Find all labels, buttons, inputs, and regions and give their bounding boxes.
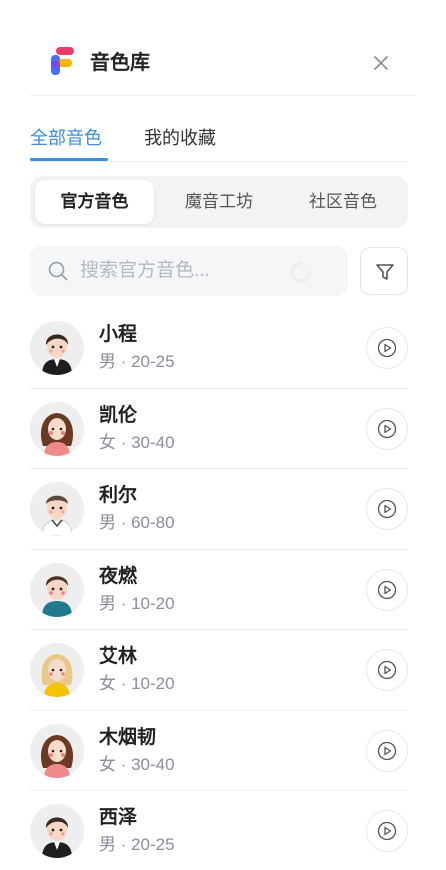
segment-community-voices[interactable]: 社区音色: [282, 180, 404, 224]
close-icon[interactable]: [368, 50, 394, 76]
play-button[interactable]: [366, 327, 408, 369]
voice-meta: 女 · 30-40: [99, 754, 175, 774]
voice-name: 凯伦: [99, 404, 138, 426]
tab-my-favorites[interactable]: 我的收藏: [144, 126, 216, 150]
play-icon: [377, 338, 397, 358]
avatar: [30, 562, 84, 617]
avatar: [30, 723, 84, 778]
avatar: [30, 643, 84, 697]
voice-name: 木烟韧: [99, 726, 157, 748]
play-icon: [377, 499, 397, 519]
avatar: [30, 804, 84, 858]
voice-list-item[interactable]: 小程 男 · 20-25: [30, 308, 408, 389]
voice-meta: 男 · 10-20: [99, 593, 175, 613]
tabs-divider: [30, 161, 408, 162]
segment-magic-workshop[interactable]: 魔音工坊: [158, 180, 280, 224]
source-segmented-control: 官方音色 魔音工坊 社区音色: [30, 176, 408, 228]
play-icon: [377, 580, 397, 599]
play-icon: [377, 821, 397, 841]
voice-meta: 女 · 10-20: [99, 674, 175, 693]
avatar: [30, 401, 84, 456]
voice-list-item[interactable]: 凯伦 女 · 30-40: [30, 389, 408, 469]
search-input[interactable]: [80, 256, 280, 286]
voice-meta: 女 · 30-40: [99, 432, 175, 452]
voice-meta: 男 · 60-80: [99, 513, 175, 532]
voice-name: 利尔: [99, 485, 138, 506]
voice-name: 小程: [99, 324, 138, 345]
play-icon: [377, 660, 397, 680]
voice-list-item[interactable]: 夜燃 男 · 10-20: [30, 550, 408, 630]
tab-all-voices[interactable]: 全部音色: [30, 126, 102, 150]
voice-meta: 男 · 20-25: [99, 352, 175, 371]
tab-bar: 全部音色 我的收藏: [30, 120, 408, 162]
play-button[interactable]: [366, 810, 408, 852]
voice-meta: 男 · 20-25: [99, 835, 175, 854]
voice-name: 艾林: [99, 646, 138, 667]
loading-spinner-icon: [290, 261, 312, 283]
panel-header: 音色库: [0, 0, 446, 96]
filter-button[interactable]: [360, 247, 408, 295]
play-button[interactable]: [366, 488, 408, 530]
play-button[interactable]: [366, 568, 408, 611]
play-button[interactable]: [366, 407, 408, 450]
play-button[interactable]: [366, 649, 408, 691]
voice-list-item[interactable]: 艾林 女 · 10-20: [30, 630, 408, 711]
header-divider: [30, 95, 416, 96]
play-icon: [377, 419, 397, 438]
voice-name: 西泽: [99, 807, 138, 828]
avatar: [30, 321, 84, 375]
search-icon: [48, 261, 68, 281]
page-title: 音色库: [90, 52, 150, 74]
voice-list-item[interactable]: 西泽 男 · 20-25: [30, 791, 408, 870]
filter-icon: [376, 264, 394, 280]
voice-list-item[interactable]: 木烟韧 女 · 30-40: [30, 711, 408, 791]
play-button[interactable]: [366, 729, 408, 772]
segment-official-voices[interactable]: 官方音色: [35, 180, 154, 224]
voice-name: 夜燃: [99, 565, 138, 587]
voice-list: 小程 男 · 20-25 凯伦 女 · 30-40 利尔 男 · 60-80 夜…: [30, 308, 408, 870]
app-logo-icon: [51, 47, 74, 75]
play-icon: [377, 741, 397, 760]
avatar: [30, 482, 84, 536]
voice-list-item[interactable]: 利尔 男 · 60-80: [30, 469, 408, 550]
